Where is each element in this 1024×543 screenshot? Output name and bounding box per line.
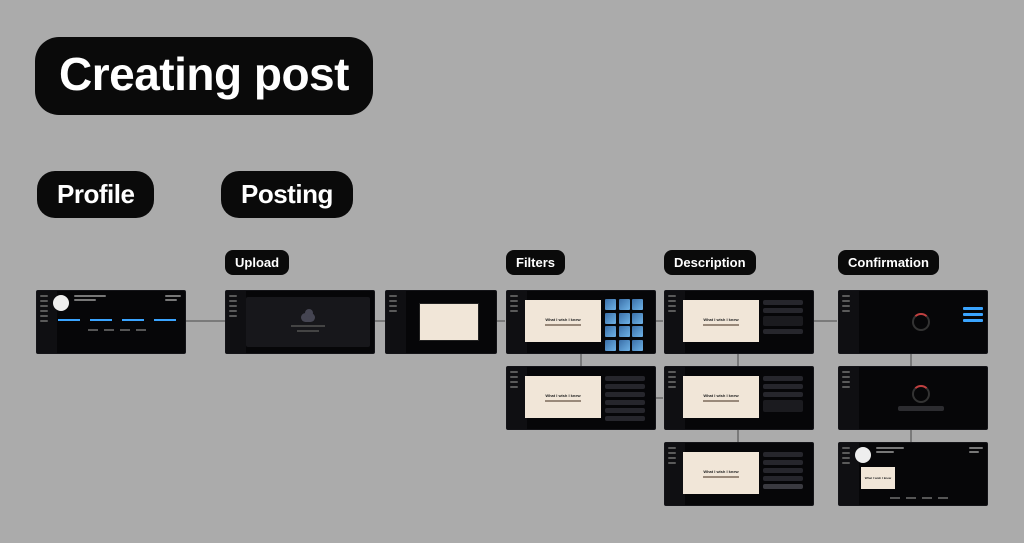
section-posting: Posting: [221, 171, 353, 218]
adjust-sliders: [605, 372, 645, 425]
step-confirmation-label: Confirmation: [838, 250, 939, 275]
screen-description-1: What I wish I knew: [664, 290, 814, 354]
step-description-label: Description: [664, 250, 756, 275]
screen-upload-cropper: [385, 290, 497, 354]
post-preview: What I wish I knew: [525, 376, 601, 418]
screen-filters-adjust: What I wish I knew: [506, 366, 656, 430]
filter-grid: [605, 296, 643, 349]
post-preview: What I wish I knew: [683, 452, 759, 494]
screen-confirmation-loading: [838, 290, 988, 354]
screen-description-2: What I wish I knew: [664, 366, 814, 430]
screen-description-3: What I wish I knew: [664, 442, 814, 506]
post-preview: What I wish I knew: [525, 300, 601, 342]
posted-thumbnail: What I wish I knew: [861, 467, 895, 489]
upload-cloud-icon: [301, 313, 315, 322]
step-filters-label: Filters: [506, 250, 565, 275]
post-preview: What I wish I knew: [683, 376, 759, 418]
step-upload-label: Upload: [225, 250, 289, 275]
screen-filters-grid: What I wish I knew: [506, 290, 656, 354]
post-preview: What I wish I knew: [683, 300, 759, 342]
screen-confirmation-profile: What I wish I knew: [838, 442, 988, 506]
screen-upload-dropzone: [225, 290, 375, 354]
avatar-icon: [855, 447, 871, 463]
screen-profile: [36, 290, 186, 354]
section-profile: Profile: [37, 171, 154, 218]
avatar-icon: [53, 295, 69, 311]
spinner-icon: [912, 385, 930, 403]
screen-confirmation-done: [838, 366, 988, 430]
spinner-icon: [912, 313, 930, 331]
flow-title: Creating post: [35, 37, 373, 115]
